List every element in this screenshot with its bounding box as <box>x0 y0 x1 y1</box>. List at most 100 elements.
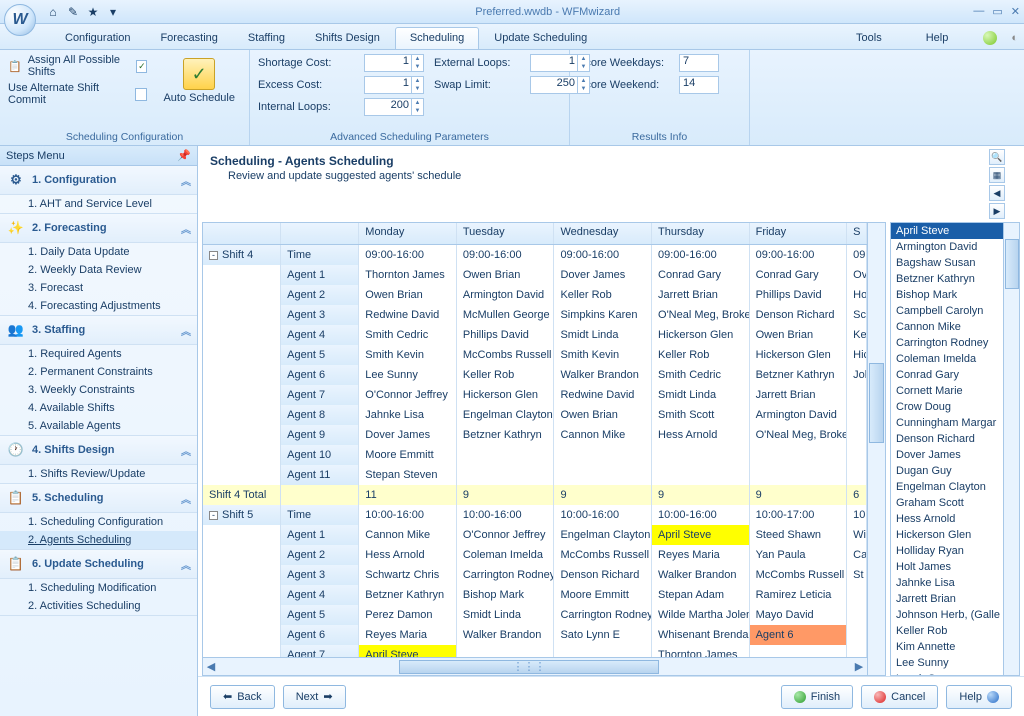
table-cell[interactable]: Owen Brian <box>359 285 457 305</box>
table-cell[interactable]: Engelman Clayton <box>554 525 652 545</box>
table-cell[interactable] <box>203 385 281 405</box>
table-cell[interactable]: Hickerson Glen <box>750 345 848 365</box>
table-cell[interactable] <box>203 405 281 425</box>
table-cell[interactable]: McCombs Russell <box>750 565 848 585</box>
table-cell[interactable]: O'Neal Meg, Broker <box>750 425 848 445</box>
table-row[interactable]: Agent 7April SteveThornton James <box>203 645 867 657</box>
table-cell[interactable] <box>203 305 281 325</box>
table-cell[interactable] <box>203 465 281 485</box>
step-item[interactable]: 3. Forecast <box>0 279 197 297</box>
step-section-s2[interactable]: ✨2. Forecasting︽ <box>0 214 197 243</box>
table-cell[interactable]: 10:00-16:00 <box>652 505 750 525</box>
table-cell[interactable]: Thornton James <box>359 265 457 285</box>
table-cell[interactable]: Shift 4 Total <box>203 485 281 505</box>
table-cell[interactable]: Agent 2 <box>281 545 359 565</box>
internal-input[interactable]: 200▲▼ <box>364 98 424 116</box>
table-cell[interactable]: Agent 3 <box>281 305 359 325</box>
table-cell[interactable]: 10:00-16:00 <box>359 505 457 525</box>
table-cell[interactable]: McMullen George <box>457 305 555 325</box>
help-button[interactable]: Help <box>946 685 1012 709</box>
table-cell[interactable]: Steed Shawn <box>750 525 848 545</box>
table-cell[interactable]: Jahnke Lisa <box>359 405 457 425</box>
table-cell[interactable]: Redwine David <box>359 305 457 325</box>
table-row[interactable]: Agent 5Perez DamonSmidt LindaCarrington … <box>203 605 867 625</box>
table-cell[interactable]: Agent 7 <box>281 645 359 657</box>
table-cell[interactable]: Smith Kevin <box>359 345 457 365</box>
step-item[interactable]: 1. Shifts Review/Update <box>0 465 197 483</box>
table-cell[interactable]: 10 <box>847 505 867 525</box>
new-icon[interactable]: ✎ <box>64 3 82 21</box>
table-cell[interactable]: Ov <box>847 265 867 285</box>
column-header[interactable]: Friday <box>750 223 848 244</box>
table-row[interactable]: Agent 2Owen BrianArmington DavidKeller R… <box>203 285 867 305</box>
cancel-button[interactable]: Cancel <box>861 685 938 709</box>
table-cell[interactable]: Armington David <box>457 285 555 305</box>
app-orb[interactable]: W <box>4 4 36 36</box>
table-cell[interactable]: Dover James <box>359 425 457 445</box>
pin-icon[interactable]: 📌 <box>177 149 191 162</box>
table-cell[interactable] <box>203 525 281 545</box>
table-cell[interactable]: Jarrett Brian <box>652 285 750 305</box>
table-cell[interactable]: 09:00-16:00 <box>554 245 652 265</box>
table-cell[interactable]: Betzner Kathryn <box>457 425 555 445</box>
step-section-s3[interactable]: 👥3. Staffing︽ <box>0 316 197 345</box>
table-cell[interactable]: Moore Emmitt <box>359 445 457 465</box>
table-cell[interactable]: Redwine David <box>554 385 652 405</box>
table-cell[interactable] <box>203 445 281 465</box>
table-cell[interactable]: Denson Richard <box>750 305 848 325</box>
table-cell[interactable] <box>750 445 848 465</box>
horizontal-scrollbar[interactable]: ◀ ⋮⋮⋮ ▶ <box>203 657 867 675</box>
table-cell[interactable]: Betzner Kathryn <box>359 585 457 605</box>
table-cell[interactable]: 09:00-16:00 <box>359 245 457 265</box>
table-row[interactable]: Agent 4Betzner KathrynBishop MarkMoore E… <box>203 585 867 605</box>
table-cell[interactable]: Agent 6 <box>281 365 359 385</box>
step-item[interactable]: 4. Available Shifts <box>0 399 197 417</box>
table-cell[interactable]: Smith Cedric <box>652 365 750 385</box>
scroll-left-icon[interactable]: ◀ <box>203 659 219 675</box>
agent-list-item[interactable]: Cornett Marie <box>891 383 1003 399</box>
table-cell[interactable]: Keller Rob <box>554 285 652 305</box>
tab-staffing[interactable]: Staffing <box>233 27 300 49</box>
table-cell[interactable] <box>750 465 848 485</box>
table-cell[interactable]: Hickerson Glen <box>652 325 750 345</box>
table-cell[interactable] <box>750 645 848 657</box>
table-cell[interactable]: O'Neal Meg, Broker <box>652 305 750 325</box>
table-cell[interactable] <box>203 545 281 565</box>
table-cell[interactable] <box>847 445 867 465</box>
table-cell[interactable]: Stepan Adam <box>652 585 750 605</box>
table-cell[interactable]: Smith Cedric <box>359 325 457 345</box>
table-cell[interactable]: Agent 4 <box>281 325 359 345</box>
table-cell[interactable]: April Steve <box>359 645 457 657</box>
table-cell[interactable] <box>203 345 281 365</box>
table-cell[interactable] <box>203 365 281 385</box>
table-cell[interactable] <box>281 485 359 505</box>
step-section-s4[interactable]: 🕐4. Shifts Design︽ <box>0 436 197 465</box>
agent-list-item[interactable]: Holt James <box>891 559 1003 575</box>
table-cell[interactable]: Sato Lynn E <box>554 625 652 645</box>
table-cell[interactable]: Dover James <box>554 265 652 285</box>
table-cell[interactable]: 10:00-16:00 <box>457 505 555 525</box>
table-cell[interactable] <box>457 645 555 657</box>
table-cell[interactable]: Owen Brian <box>457 265 555 285</box>
table-cell[interactable]: Cannon Mike <box>359 525 457 545</box>
vertical-scrollbar[interactable] <box>867 223 885 675</box>
step-section-s6[interactable]: 📋6. Update Scheduling︽ <box>0 550 197 579</box>
table-cell[interactable]: McCombs Russell <box>554 545 652 565</box>
step-section-s5[interactable]: 📋5. Scheduling︽ <box>0 484 197 513</box>
tool-zoom-icon[interactable]: 🔍 <box>989 149 1005 165</box>
table-cell[interactable]: 9 <box>652 485 750 505</box>
table-cell[interactable]: O'Connor Jeffrey <box>359 385 457 405</box>
table-cell[interactable]: Lee Sunny <box>359 365 457 385</box>
table-row[interactable]: Agent 1Thornton JamesOwen BrianDover Jam… <box>203 265 867 285</box>
table-cell[interactable]: 9 <box>457 485 555 505</box>
table-cell[interactable]: Agent 3 <box>281 565 359 585</box>
table-cell[interactable] <box>847 385 867 405</box>
agent-list-item[interactable]: Bishop Mark <box>891 287 1003 303</box>
table-cell[interactable]: 10:00-17:00 <box>750 505 848 525</box>
table-cell[interactable]: Carrington Rodney <box>457 565 555 585</box>
table-cell[interactable]: Whisenant Brenda <box>652 625 750 645</box>
table-cell[interactable]: Owen Brian <box>750 325 848 345</box>
table-row[interactable]: Agent 10Moore Emmitt <box>203 445 867 465</box>
tool-grid-icon[interactable]: ▦ <box>989 167 1005 183</box>
table-cell[interactable]: Simpkins Karen <box>554 305 652 325</box>
